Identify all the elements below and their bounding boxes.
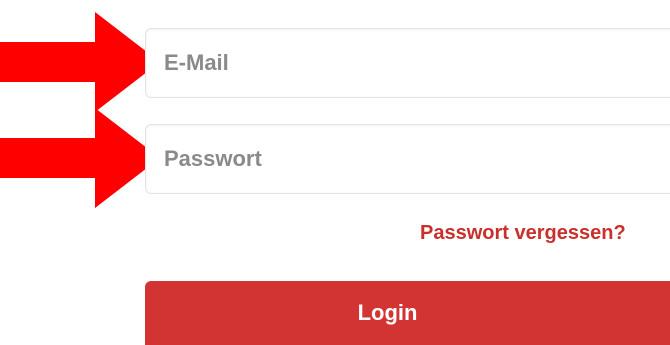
right-arrow-icon [0, 108, 160, 208]
password-field[interactable] [145, 124, 670, 194]
right-arrow-icon [0, 12, 160, 112]
login-button-label: Login [357, 300, 418, 325]
forgot-password-link[interactable]: Passwort vergessen? [420, 222, 670, 245]
login-button[interactable]: Login [145, 281, 670, 345]
email-field[interactable] [145, 28, 670, 98]
